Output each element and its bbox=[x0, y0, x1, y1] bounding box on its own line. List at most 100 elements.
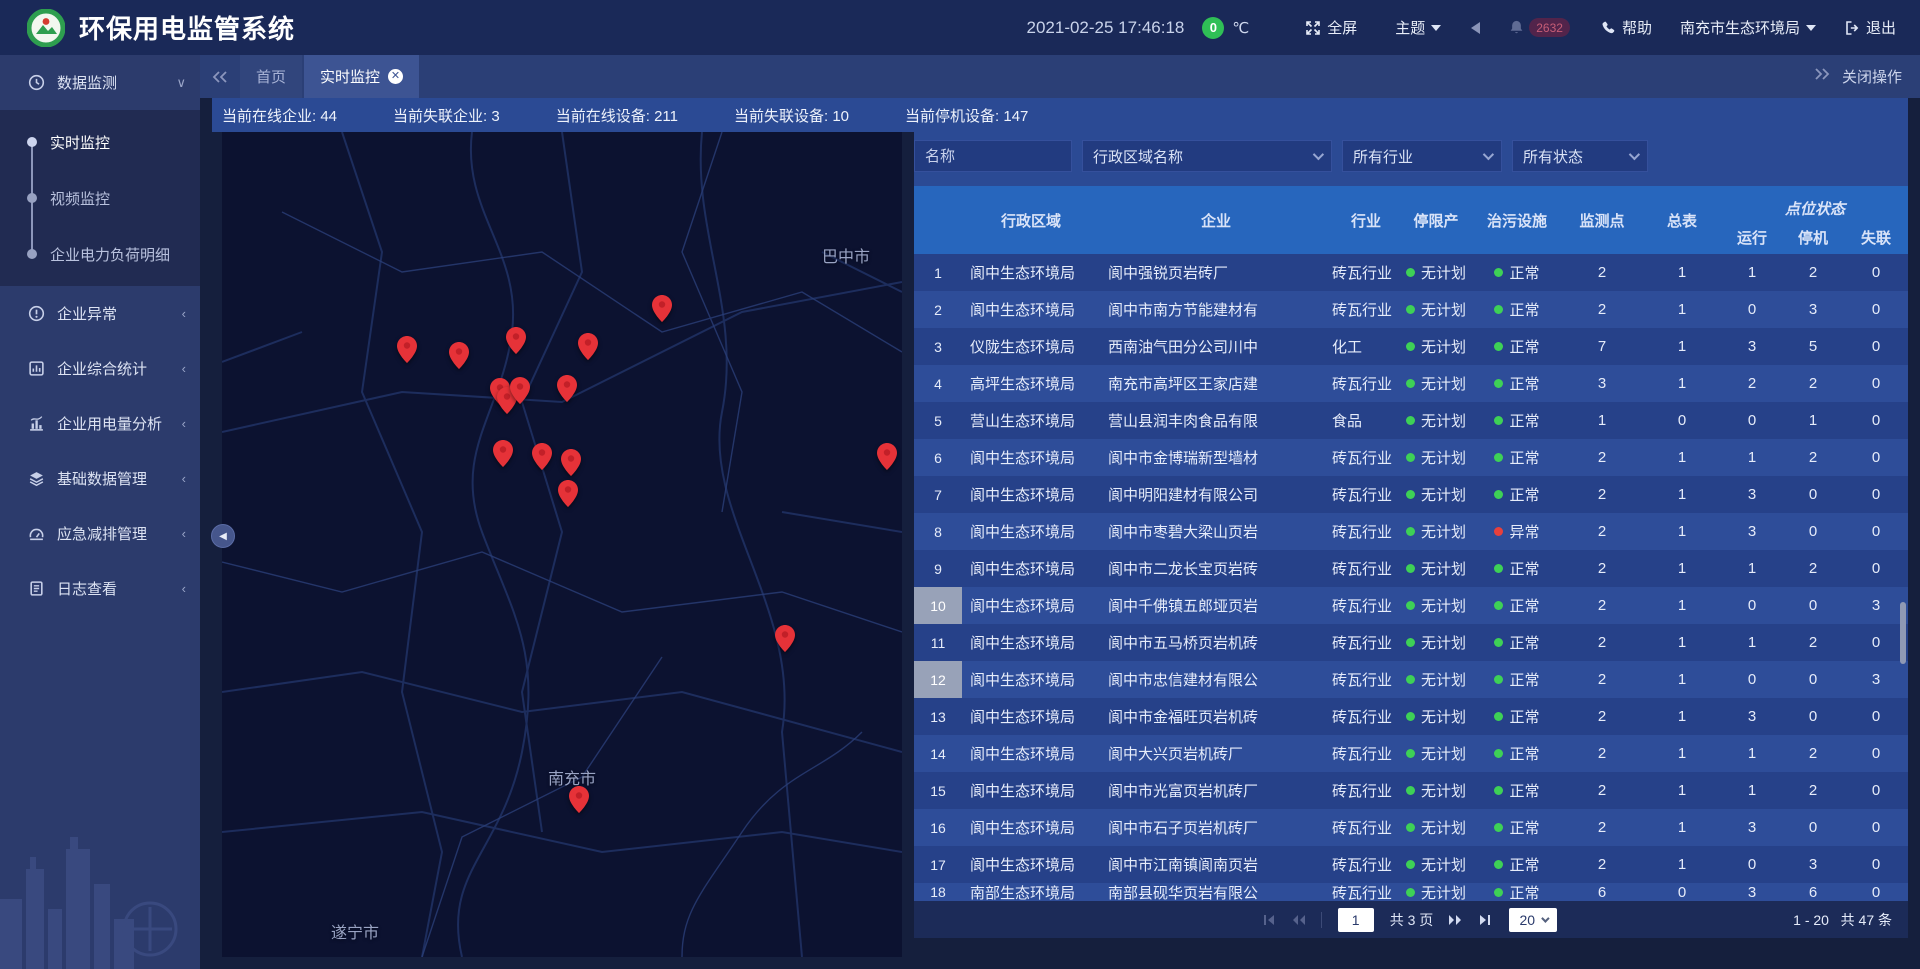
limit-status-cell: 无计划 bbox=[1400, 624, 1472, 661]
map-pin-icon[interactable] bbox=[569, 786, 589, 813]
sidebar-item[interactable]: 应急减排管理‹ bbox=[0, 506, 200, 561]
table-row[interactable]: 2阆中生态环境局阆中市南方节能建材有砖瓦行业无计划正常21030 bbox=[914, 291, 1908, 328]
limit-status-cell: 无计划 bbox=[1400, 550, 1472, 587]
table-row[interactable]: 9阆中生态环境局阆中市二龙长宝页岩砖砖瓦行业无计划正常21120 bbox=[914, 550, 1908, 587]
tab-item[interactable]: 首页 bbox=[240, 55, 302, 98]
sidebar-item[interactable]: 企业综合统计‹ bbox=[0, 341, 200, 396]
stopped-cell: 3 bbox=[1782, 846, 1844, 883]
table-row[interactable]: 8阆中生态环境局阆中市枣碧大梁山页岩砖瓦行业无计划异常21300 bbox=[914, 513, 1908, 550]
treatment-status-cell: 正常 bbox=[1472, 735, 1562, 772]
next-page-icon[interactable] bbox=[1448, 913, 1464, 927]
lost-cell: 0 bbox=[1844, 846, 1908, 883]
tabs-scroll-left-icon[interactable] bbox=[212, 70, 228, 84]
sidebar-subitem[interactable]: 视频监控 bbox=[0, 170, 200, 226]
fullscreen-button[interactable]: 全屏 bbox=[1305, 17, 1357, 38]
map-pin-icon[interactable] bbox=[493, 440, 513, 467]
table-row[interactable]: 6阆中生态环境局阆中市金博瑞新型墙材砖瓦行业无计划正常21120 bbox=[914, 439, 1908, 476]
name-filter-input[interactable] bbox=[914, 140, 1072, 172]
stopped-cell: 0 bbox=[1782, 587, 1844, 624]
org-dropdown[interactable]: 南充市生态环境局 bbox=[1680, 17, 1816, 38]
map-pin-icon[interactable] bbox=[532, 443, 552, 470]
sidebar-item[interactable]: 数据监测∨ bbox=[0, 55, 200, 110]
table-row[interactable]: 18南部生态环境局南部县砚华页岩有限公砖瓦行业无计划正常60360 bbox=[914, 883, 1908, 901]
table-row[interactable]: 7阆中生态环境局阆中明阳建材有限公司砖瓦行业无计划正常21300 bbox=[914, 476, 1908, 513]
map-pin-icon[interactable] bbox=[449, 342, 469, 369]
logout-button[interactable]: 退出 bbox=[1844, 17, 1896, 38]
help-button[interactable]: 帮助 bbox=[1600, 17, 1652, 38]
sidebar-item[interactable]: 基础数据管理‹ bbox=[0, 451, 200, 506]
map[interactable]: 巴中市南充市遂宁市 bbox=[222, 132, 902, 957]
last-page-icon[interactable] bbox=[1478, 913, 1492, 927]
lost-cell: 0 bbox=[1844, 513, 1908, 550]
lost-cell: 0 bbox=[1844, 328, 1908, 365]
marquee-toggle-icon[interactable] bbox=[1471, 22, 1480, 34]
app-title: 环保用电监管系统 bbox=[79, 9, 295, 46]
industry-filter-select[interactable]: 所有行业 bbox=[1342, 140, 1502, 172]
sidebar-subitem[interactable]: 实时监控 bbox=[0, 114, 200, 170]
sidebar-item-label: 企业用电量分析 bbox=[57, 413, 162, 434]
status-dot-icon bbox=[1406, 342, 1415, 351]
table-row[interactable]: 4高坪生态环境局南充市高坪区王家店建砖瓦行业无计划正常31220 bbox=[914, 365, 1908, 402]
first-page-icon[interactable] bbox=[1262, 913, 1276, 927]
region-filter-select[interactable]: 行政区域名称 bbox=[1082, 140, 1332, 172]
table-row[interactable]: 16阆中生态环境局阆中市石子页岩机砖厂砖瓦行业无计划正常21300 bbox=[914, 809, 1908, 846]
sidebar-item[interactable]: 企业异常‹ bbox=[0, 286, 200, 341]
table-row[interactable]: 10阆中生态环境局阆中千佛镇五郎垭页岩砖瓦行业无计划正常21003 bbox=[914, 587, 1908, 624]
close-operations-button[interactable]: 关闭操作 bbox=[1842, 66, 1902, 87]
row-number-cell: 10 bbox=[914, 587, 962, 624]
theme-dropdown[interactable]: 主题 bbox=[1395, 17, 1441, 38]
table-scrollbar-thumb[interactable] bbox=[1900, 602, 1906, 664]
table-row[interactable]: 5营山生态环境局营山县润丰肉食品有限食品无计划正常10010 bbox=[914, 402, 1908, 439]
map-pin-icon[interactable] bbox=[561, 449, 581, 476]
sidebar-submenu: 实时监控视频监控企业电力负荷明细 bbox=[0, 110, 200, 286]
sidebar-item[interactable]: 企业用电量分析‹ bbox=[0, 396, 200, 451]
current-page-input[interactable]: 1 bbox=[1338, 908, 1374, 932]
content: 巴中市南充市遂宁市 ◀ 行政区域名称 所有行业 所 bbox=[200, 132, 1920, 969]
table-row[interactable]: 12阆中生态环境局阆中市忠信建材有限公砖瓦行业无计划正常21003 bbox=[914, 661, 1908, 698]
tab-close-icon[interactable]: ✕ bbox=[388, 69, 403, 84]
status-dot-icon bbox=[1494, 888, 1503, 897]
lost-cell: 0 bbox=[1844, 476, 1908, 513]
table-row[interactable]: 1阆中生态环境局阆中强锐页岩砖厂砖瓦行业无计划正常21120 bbox=[914, 254, 1908, 291]
table-row[interactable]: 17阆中生态环境局阆中市江南镇阆南页岩砖瓦行业无计划正常21030 bbox=[914, 846, 1908, 883]
map-pin-icon[interactable] bbox=[557, 375, 577, 402]
page-size-select[interactable]: 20 bbox=[1509, 908, 1557, 932]
map-pin-icon[interactable] bbox=[558, 480, 578, 507]
map-pin-icon[interactable] bbox=[578, 333, 598, 360]
running-cell: 3 bbox=[1722, 809, 1782, 846]
table-row[interactable]: 3仪陇生态环境局西南油气田分公司川中化工无计划正常71350 bbox=[914, 328, 1908, 365]
running-cell: 3 bbox=[1722, 698, 1782, 735]
map-pin-icon[interactable] bbox=[506, 327, 526, 354]
map-pin-icon[interactable] bbox=[510, 377, 530, 404]
tab-active[interactable]: 实时监控✕ bbox=[304, 55, 419, 98]
industry-cell: 砖瓦行业 bbox=[1332, 846, 1400, 883]
stat-label: 当前在线企业: bbox=[222, 108, 320, 125]
sidebar-subitem-label: 实时监控 bbox=[50, 132, 110, 153]
table-row[interactable]: 15阆中生态环境局阆中市光富页岩机砖厂砖瓦行业无计划正常21120 bbox=[914, 772, 1908, 809]
table-row[interactable]: 14阆中生态环境局阆中大兴页岩机砖厂砖瓦行业无计划正常21120 bbox=[914, 735, 1908, 772]
company-cell: 阆中市金福旺页岩机砖 bbox=[1100, 698, 1332, 735]
chevron-down-icon bbox=[1313, 149, 1324, 160]
notifications-button[interactable]: 2632 bbox=[1508, 18, 1570, 37]
map-pin-icon[interactable] bbox=[652, 295, 672, 322]
company-cell: 阆中市南方节能建材有 bbox=[1100, 291, 1332, 328]
table-row[interactable]: 13阆中生态环境局阆中市金福旺页岩机砖砖瓦行业无计划正常21300 bbox=[914, 698, 1908, 735]
table-row[interactable]: 11阆中生态环境局阆中市五马桥页岩机砖砖瓦行业无计划正常21120 bbox=[914, 624, 1908, 661]
panel-collapse-button[interactable]: ◀ bbox=[211, 524, 235, 548]
fullscreen-icon bbox=[1305, 20, 1321, 36]
previous-page-icon[interactable] bbox=[1290, 913, 1306, 927]
status-filter-select[interactable]: 所有状态 bbox=[1512, 140, 1648, 172]
sidebar-item[interactable]: 日志查看‹ bbox=[0, 561, 200, 616]
map-pin-icon[interactable] bbox=[397, 336, 417, 363]
stopped-cell: 0 bbox=[1782, 476, 1844, 513]
treatment-status-cell: 正常 bbox=[1472, 883, 1562, 901]
stopped-cell: 0 bbox=[1782, 809, 1844, 846]
map-pin-icon[interactable] bbox=[775, 625, 795, 652]
region-cell: 阆中生态环境局 bbox=[962, 291, 1100, 328]
map-pin-icon[interactable] bbox=[877, 443, 897, 470]
tabs-scroll-right-icon[interactable] bbox=[1814, 67, 1830, 86]
treatment-status-cell: 正常 bbox=[1472, 809, 1562, 846]
sidebar-subitem[interactable]: 企业电力负荷明细 bbox=[0, 226, 200, 282]
stopped-cell: 3 bbox=[1782, 291, 1844, 328]
chevron-down-icon bbox=[1629, 149, 1640, 160]
